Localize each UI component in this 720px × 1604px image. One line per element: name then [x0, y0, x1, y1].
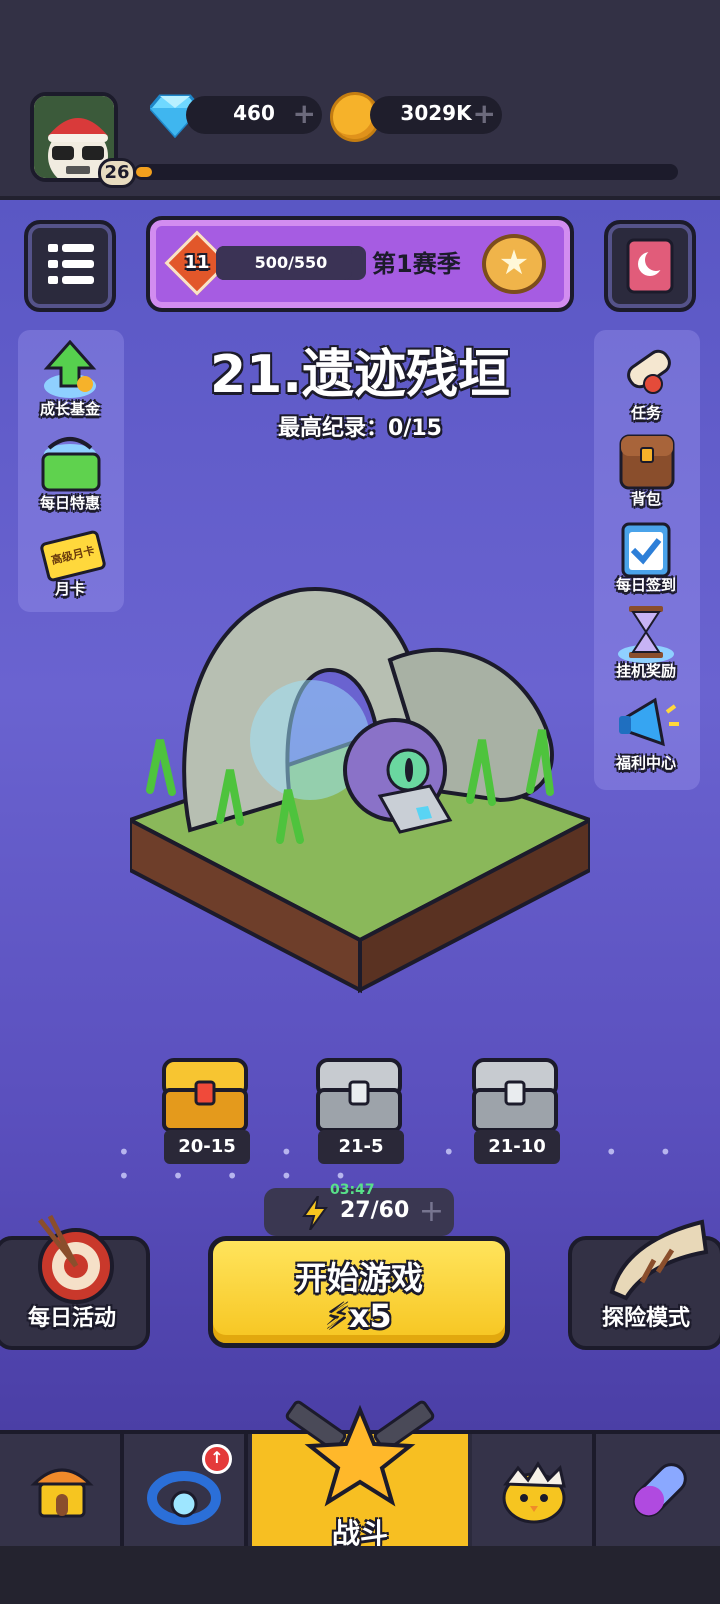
energy-timer: 03:47: [330, 1182, 375, 1198]
start-game-button[interactable]: 开始游戏 ⚡x5: [208, 1236, 510, 1348]
system-nav-area: [0, 1546, 720, 1604]
battle-icon: [285, 1400, 435, 1507]
daily-deal-button[interactable]: 每日特惠: [24, 434, 116, 513]
upgrade-alert-badge: ↑: [202, 1444, 232, 1474]
tab-equipment[interactable]: ↑: [124, 1434, 248, 1546]
adventure-mode-label: 探险模式: [601, 1306, 690, 1331]
clipboard-check-icon: [621, 522, 671, 578]
horn-icon: [609, 1219, 709, 1301]
chest-label-2: 21-5: [318, 1130, 404, 1164]
shopping-basket-icon: [41, 437, 101, 492]
xp-bar: [134, 164, 678, 180]
daily-activity-label: 每日活动: [27, 1306, 116, 1331]
gem-counter: 460 +: [186, 96, 322, 134]
cost-lightning-icon: ⚡: [326, 1297, 349, 1335]
season-level-value: 11: [184, 252, 210, 273]
tab-battle[interactable]: 战斗: [252, 1400, 468, 1550]
capsule-icon: [633, 1463, 687, 1517]
monthly-card-text: 高级月卡: [39, 529, 107, 583]
chest-label-3: 21-10: [474, 1130, 560, 1164]
player-level-badge: 26: [98, 158, 136, 188]
daily-activity-button[interactable]: 每日活动: [0, 1214, 150, 1350]
silver-chest-icon[interactable]: [468, 1050, 568, 1142]
start-game-label: 开始游戏: [294, 1259, 423, 1297]
add-coins-button[interactable]: +: [473, 100, 496, 128]
start-game-cost: ⚡x5: [213, 1297, 505, 1335]
menu-button[interactable]: [24, 220, 116, 312]
monthly-card-icon: 高级月卡: [35, 524, 107, 586]
target-arrows-icon: [38, 1214, 114, 1304]
list-menu-icon: [48, 244, 94, 284]
add-energy-button[interactable]: +: [419, 1194, 444, 1229]
lightning-icon: [302, 1196, 328, 1230]
season-progress-bar: 500/550: [216, 246, 366, 280]
megaphone-icon: [619, 697, 679, 747]
season-star-icon: ★: [482, 234, 546, 294]
monthly-card-button[interactable]: 高级月卡 月卡: [24, 524, 116, 599]
adventure-mode-button[interactable]: 探险模式: [568, 1219, 720, 1350]
tab-shop[interactable]: [0, 1434, 124, 1546]
season-label: 第1赛季: [372, 250, 461, 278]
start-cost-value: x5: [348, 1297, 392, 1335]
xp-bar-fill: [136, 167, 153, 177]
shop-icon: [30, 1468, 94, 1518]
add-gems-button[interactable]: +: [293, 100, 316, 128]
idle-reward-button[interactable]: 挂机奖励: [600, 602, 692, 681]
stage-title: 21.遗迹残垣: [209, 345, 511, 405]
bottom-nav: ↑ 战斗: [0, 1400, 720, 1604]
chick-egg-icon: [502, 1461, 566, 1524]
season-progress-text: 500/550: [254, 253, 328, 272]
best-record: 最高纪录：0/15: [278, 416, 442, 441]
codex-book-button[interactable]: [604, 220, 696, 312]
coin-counter: 3029K +: [370, 96, 502, 134]
chest-label-1: 20-15: [164, 1130, 250, 1164]
gold-chest-icon[interactable]: [158, 1050, 258, 1142]
tab-pets[interactable]: [472, 1434, 596, 1546]
moon-book-icon: [626, 238, 674, 294]
daily-checkin-button[interactable]: 每日签到: [600, 516, 692, 595]
silver-chest-icon[interactable]: [312, 1050, 412, 1142]
hourglass-icon: [618, 606, 674, 663]
tab-skills[interactable]: [596, 1434, 720, 1546]
welfare-center-button[interactable]: 福利中心: [600, 694, 692, 773]
energy-amount: 27/60: [340, 1198, 410, 1223]
stage-island-illustration[interactable]: [130, 570, 590, 1010]
season-pass-bar[interactable]: 11 500/550 第1赛季 ★: [146, 216, 574, 312]
